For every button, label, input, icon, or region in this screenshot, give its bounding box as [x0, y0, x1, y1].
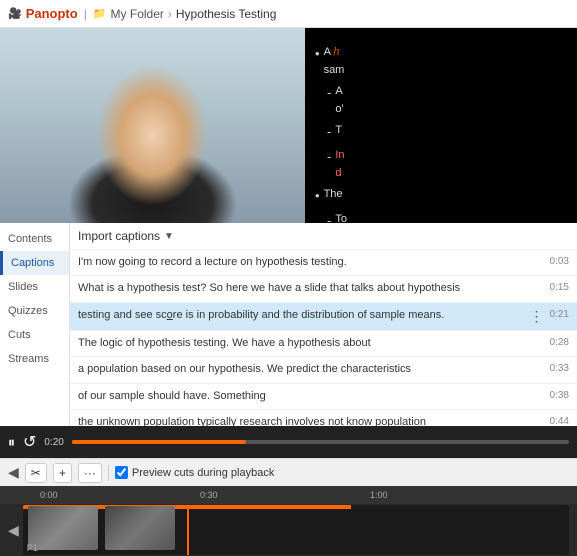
ruler-mark-0: 0:00 [40, 490, 58, 500]
bullet-dot-5: • [315, 186, 320, 207]
timeline-track-label: P1 [27, 543, 38, 553]
caption-text-3: The logic of hypothesis testing. We have… [78, 336, 544, 351]
slide-title: Wh [315, 28, 349, 36]
toolbar-separator [108, 465, 109, 481]
bullet-dot-3: - [327, 122, 331, 143]
caption-text-4: a population based on our hypothesis. We… [78, 362, 544, 377]
time-display: 0:20 [44, 437, 63, 448]
caption-time-1: 0:15 [550, 282, 569, 293]
bullet-dot-6: - [327, 211, 331, 223]
top-section: Wh • A hsam - Ao' - T - Ind • [0, 28, 577, 223]
timeline-section: 0:00 0:30 1:00 ◀ P1 [0, 486, 577, 556]
slide-bullet-4: - Ind [327, 147, 349, 182]
panopto-logo-icon: 🎥 [8, 7, 22, 20]
bullet-dot: • [315, 44, 320, 65]
slide-bullet-3: - T [327, 122, 349, 143]
video-placeholder [0, 28, 305, 223]
caption-row-3[interactable]: The logic of hypothesis testing. We have… [70, 331, 577, 357]
caption-row-0[interactable]: I'm now going to record a lecture on hyp… [70, 250, 577, 276]
timeline-ruler: 0:00 0:30 1:00 [0, 486, 577, 504]
timeline-nav-left[interactable]: ◀ [8, 522, 19, 539]
slide-panel: Wh • A hsam - Ao' - T - Ind • [305, 28, 577, 223]
bullet-dot-2: - [327, 83, 331, 104]
timeline-tracks: ◀ P1 [0, 504, 577, 556]
player-controls: ⏸ ↺ 0:20 [0, 426, 577, 458]
caption-time-4: 0:33 [550, 363, 569, 374]
timeline-thumbnail-1 [28, 506, 98, 550]
preview-cuts-checkbox[interactable] [115, 466, 128, 479]
caption-time-3: 0:28 [550, 337, 569, 348]
caption-text-6: the unknown population typically researc… [78, 415, 544, 426]
caption-row-1[interactable]: What is a hypothesis test? So here we ha… [70, 276, 577, 302]
caption-text-5: of our sample should have. Something [78, 389, 544, 404]
slide-bullet-5: • The [315, 186, 349, 207]
timeline-content[interactable]: P1 [23, 505, 569, 555]
timeline-playhead [187, 505, 189, 555]
caption-time-0: 0:03 [550, 256, 569, 267]
thumb-inner-1 [28, 506, 98, 550]
timeline-thumbnail-2 [105, 506, 175, 550]
bullet-text-6: Toth [335, 211, 347, 223]
captions-dropdown-icon[interactable]: ▼ [164, 231, 174, 242]
ruler-mark-1: 0:30 [200, 490, 218, 500]
caption-text-1: What is a hypothesis test? So here we ha… [78, 281, 544, 296]
separator: | [84, 7, 87, 21]
folder-label[interactable]: My Folder [111, 7, 164, 21]
slide-bullet-6: - Toth [327, 211, 349, 223]
preview-cuts-label: Preview cuts during playback [132, 467, 274, 479]
caption-time-6: 0:44 [550, 416, 569, 426]
captions-header: Import captions ▼ [70, 223, 577, 250]
video-person [0, 28, 305, 223]
timeline-back-button[interactable]: ◀ [8, 464, 19, 481]
thumb-inner-2 [105, 506, 175, 550]
slide-bullet-2: - Ao' [327, 83, 349, 118]
caption-row-2[interactable]: testing and see score is in probability … [70, 303, 577, 331]
slide-content: Wh • A hsam - Ao' - T - Ind • [315, 28, 349, 223]
logo: 🎥 Panopto [8, 6, 78, 21]
more-options-button[interactable]: ··· [78, 463, 102, 483]
sidebar: Contents Captions Slides Quizzes Cuts St… [0, 223, 70, 426]
bullet-text-4: Ind [335, 147, 344, 182]
progress-bar[interactable] [72, 440, 569, 444]
add-button[interactable]: + [53, 463, 72, 483]
sidebar-item-slides[interactable]: Slides [0, 275, 69, 299]
page-title: Hypothesis Testing [176, 7, 277, 21]
caption-text-0: I'm now going to record a lecture on hyp… [78, 255, 544, 270]
caption-row-4[interactable]: a population based on our hypothesis. We… [70, 357, 577, 383]
caption-row-6[interactable]: the unknown population typically researc… [70, 410, 577, 426]
slide-bullet-1: • A hsam [315, 44, 349, 79]
caption-menu-icon[interactable]: ⋮ [530, 308, 544, 325]
rewind-button[interactable]: ↺ [23, 432, 36, 452]
middle-section: Contents Captions Slides Quizzes Cuts St… [0, 223, 577, 426]
sidebar-item-streams[interactable]: Streams [0, 347, 69, 371]
breadcrumb-chevron: › [168, 7, 172, 21]
progress-bar-fill [72, 440, 246, 444]
captions-panel: Import captions ▼ I'm now going to recor… [70, 223, 577, 426]
captions-header-label[interactable]: Import captions [78, 229, 160, 243]
pause-button[interactable]: ⏸ [8, 434, 15, 451]
bullet-text-5: The [324, 186, 343, 204]
sidebar-item-quizzes[interactable]: Quizzes [0, 299, 69, 323]
sidebar-item-cuts[interactable]: Cuts [0, 323, 69, 347]
caption-text-2: testing and see score is in probability … [78, 308, 524, 323]
caption-time-5: 0:38 [550, 390, 569, 401]
bullet-text-3: T [335, 122, 342, 140]
main-container: Wh • A hsam - Ao' - T - Ind • [0, 28, 577, 556]
caption-row-5[interactable]: of our sample should have. Something 0:3… [70, 384, 577, 410]
sidebar-item-captions[interactable]: Captions [0, 251, 69, 275]
preview-cuts-checkbox-container: Preview cuts during playback [115, 466, 274, 479]
captions-list: I'm now going to record a lecture on hyp… [70, 250, 577, 426]
bullet-text-1: A hsam [324, 44, 345, 79]
timeline-toolbar: ◀ ✂ + ··· Preview cuts during playback [0, 458, 577, 486]
bullet-dot-4: - [327, 147, 331, 168]
sidebar-item-contents[interactable]: Contents [0, 227, 69, 251]
scissors-button[interactable]: ✂ [25, 463, 47, 483]
bullet-text-2: Ao' [335, 83, 343, 118]
ruler-mark-2: 1:00 [370, 490, 388, 500]
folder-icon: 📁 [93, 7, 107, 20]
header: 🎥 Panopto | 📁 My Folder › Hypothesis Tes… [0, 0, 577, 28]
video-panel [0, 28, 305, 223]
caption-time-2: 0:21 [550, 309, 569, 320]
logo-text: Panopto [26, 6, 78, 21]
